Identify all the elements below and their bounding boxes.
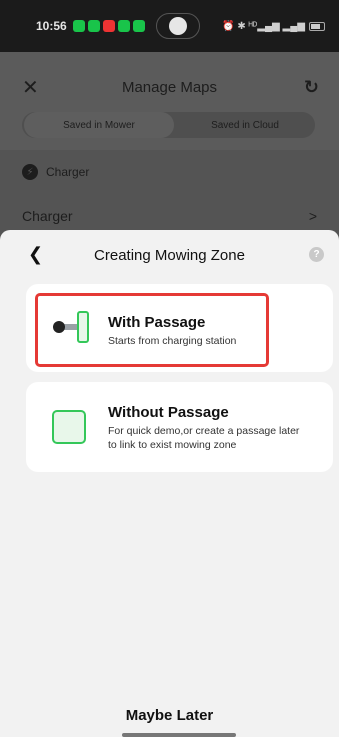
notification-icon	[117, 20, 130, 32]
without-passage-description: For quick demo,or create a passage later…	[108, 425, 300, 451]
notification-icon	[87, 20, 100, 32]
dynamic-island	[155, 13, 200, 39]
zone-icon	[52, 410, 86, 444]
with-passage-title: With Passage	[108, 314, 206, 331]
status-bar: 10:56 ⏰ ✱ ᴴᴰ▂▄▆ ▂▄▆	[0, 0, 339, 52]
close-icon[interactable]: ✕	[22, 75, 39, 100]
refresh-icon[interactable]: ↻	[304, 77, 319, 98]
help-icon[interactable]: ?	[309, 247, 324, 262]
notification-icon	[132, 20, 145, 32]
maybe-later-button[interactable]: Maybe Later	[0, 707, 339, 724]
tab-saved-in-mower[interactable]: Saved in Mower	[24, 112, 174, 138]
battery-icon	[309, 21, 325, 31]
sheet-header: ❮ Creating Mowing Zone ?	[0, 242, 339, 268]
tab-saved-in-cloud[interactable]: Saved in Cloud	[175, 112, 315, 138]
bolt-icon: ⚡	[22, 164, 38, 180]
signal-icons: ⏰ ✱ ᴴᴰ▂▄▆ ▂▄▆	[222, 20, 305, 32]
charger-list-item[interactable]: Charger >	[22, 208, 317, 224]
without-passage-option[interactable]: Without Passage For quick demo,or create…	[26, 382, 333, 472]
status-time: 10:56	[36, 19, 67, 33]
creating-zone-sheet: ❮ Creating Mowing Zone ? With Passage St…	[0, 230, 339, 737]
app-activity-icon	[168, 17, 187, 35]
sheet-title: Creating Mowing Zone	[94, 246, 245, 264]
chevron-right-icon: >	[308, 208, 317, 224]
back-icon[interactable]: ❮	[28, 244, 43, 265]
charger-section-header: ⚡ Charger	[22, 164, 89, 180]
passage-icon	[53, 311, 89, 343]
without-passage-title: Without Passage	[108, 404, 229, 421]
background-title: Manage Maps	[121, 78, 218, 96]
map-source-tabs: Saved in Mower Saved in Cloud	[22, 112, 315, 138]
home-indicator[interactable]	[122, 733, 236, 737]
notification-icon	[72, 20, 85, 32]
background-header: ✕ Manage Maps ↻	[0, 70, 339, 104]
status-indicators: ⏰ ✱ ᴴᴰ▂▄▆ ▂▄▆	[222, 21, 325, 32]
notification-icon	[102, 20, 115, 32]
charger-section-label: Charger	[46, 165, 90, 179]
charger-item-label: Charger	[22, 208, 73, 224]
with-passage-option[interactable]: With Passage Starts from charging statio…	[26, 284, 333, 372]
with-passage-description: Starts from charging station	[108, 335, 237, 347]
